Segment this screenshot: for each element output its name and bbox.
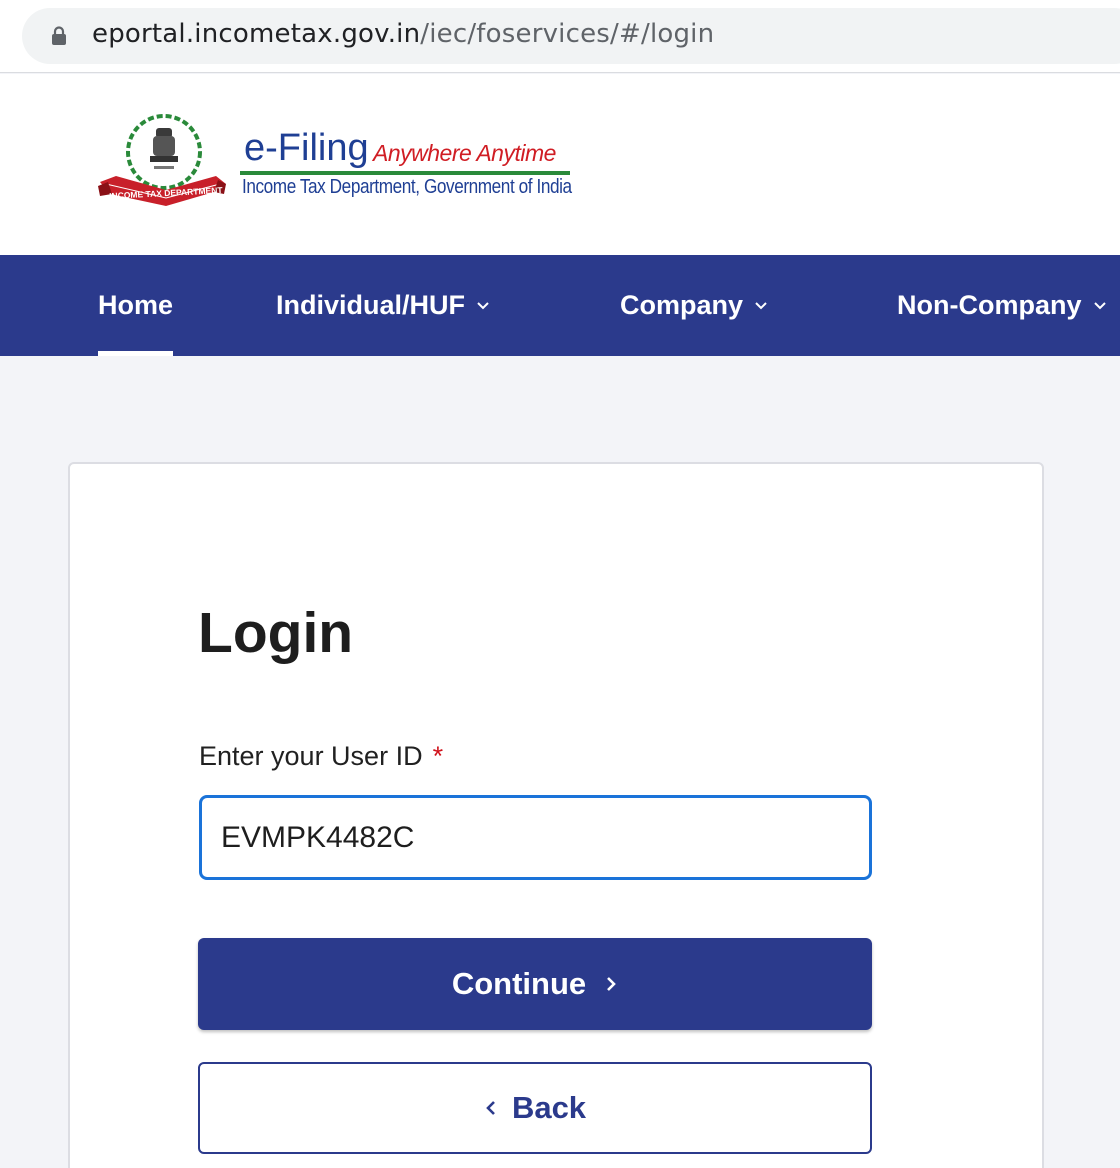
nav-item-label: Company — [620, 290, 744, 320]
url-text[interactable]: eportal.incometax.gov.in/iec/foservices/… — [92, 19, 714, 49]
site-header: INCOME TAX DEPARTMENT e-Filing Anywhere … — [0, 74, 1120, 255]
continue-label: Continue — [451, 966, 587, 1001]
browser-address-bar: eportal.incometax.gov.in/iec/foservices/… — [0, 0, 1120, 73]
userid-label: Enter your User ID * — [199, 741, 443, 772]
nav-item-label: Home — [98, 290, 174, 320]
nav-active-indicator — [98, 351, 173, 356]
chevron-down-icon — [477, 301, 489, 309]
nav-item-home[interactable]: Home — [98, 255, 173, 356]
chevron-left-icon — [486, 1101, 495, 1115]
brand-subtitle: Income Tax Department, Government of Ind… — [242, 176, 572, 198]
userid-label-text: Enter your User ID — [199, 741, 423, 771]
brand-title: e-Filing — [244, 127, 369, 169]
page-title: Login — [198, 601, 354, 665]
nav-item-individual-huf[interactable]: Individual/HUF — [276, 255, 489, 356]
brand-divider — [240, 171, 570, 175]
back-label: Back — [511, 1090, 587, 1125]
continue-button[interactable]: Continue — [198, 938, 872, 1030]
url-domain: eportal.incometax.gov.in — [92, 19, 421, 49]
nav-item-label: Non-Company — [897, 290, 1082, 320]
chevron-right-icon — [607, 977, 616, 991]
nav-item-label: Individual/HUF — [276, 290, 465, 320]
userid-input[interactable] — [199, 795, 872, 880]
income-tax-emblem-logo[interactable]: INCOME TAX DEPARTMENT — [96, 114, 228, 210]
back-button[interactable]: Back — [198, 1062, 872, 1154]
nav-item-company[interactable]: Company — [620, 255, 767, 356]
chevron-down-icon — [1093, 301, 1106, 309]
required-marker: * — [432, 741, 444, 771]
lock-icon — [52, 26, 66, 45]
brand-tagline: Anywhere Anytime — [373, 140, 556, 166]
chevron-down-icon — [755, 301, 767, 309]
main-nav: Home Individual/HUF Company Non-Company — [0, 255, 1120, 356]
url-path: /iec/foservices/#/login — [420, 19, 715, 49]
nav-item-non-company[interactable]: Non-Company — [897, 255, 1106, 356]
